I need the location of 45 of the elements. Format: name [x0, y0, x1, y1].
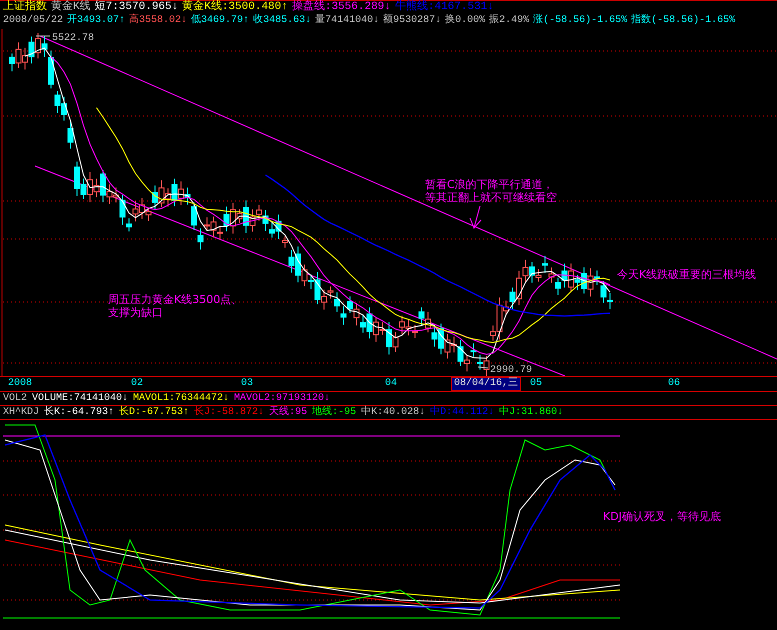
quote-value: 收3485.63↓ [253, 14, 312, 27]
indicator-value: 操盘线:3556.289↓ [292, 1, 391, 14]
indicator-value: 短7:3570.965↓ [94, 1, 178, 14]
date-tick-label: 04 [385, 377, 398, 391]
date-tick-label: 06 [668, 377, 680, 391]
date-label: 2008/05/22 [3, 14, 64, 27]
kdj-legend-item: 中J:31.860↓ [499, 406, 564, 419]
quote-value: 指数(-58.56)-1.65% [631, 14, 736, 27]
chart-annotation: 今天K线跌破重要的三根均线 [617, 268, 756, 281]
chart-annotation: KDJ确认死叉，等待见底 [603, 510, 721, 523]
kdj-legend-item: 长D:-67.753↑ [119, 406, 190, 419]
high-price-label: 5522.78 [52, 33, 94, 44]
indicator-value: 牛熊线:4167.531↓ [394, 1, 494, 14]
quote-value: 额9530287↓ [383, 14, 442, 27]
quote-value: 量74141040↓ [315, 14, 380, 27]
kdj-legend-item: 地线:-95 [312, 406, 356, 419]
quote-value: 换0.00% [445, 14, 486, 27]
indicator-value: 黄金K线:3500.480↑ [182, 1, 288, 14]
quote-value: 开3493.07↑ [67, 14, 126, 27]
leader-arrow [470, 206, 482, 229]
quote-value: 高3558.02↓ [129, 14, 188, 27]
kdj-legend-item: 天线:95 [269, 406, 308, 419]
kdj-legend-item: XH^KDJ [3, 406, 40, 419]
cursor-date-label: 08/04/16,三 [451, 377, 522, 391]
quote-value: 低3469.79↑ [191, 14, 250, 27]
indicator-value: 黄金K线 [51, 1, 91, 14]
volume-legend-item: VOLUME:74141040↓ [32, 392, 128, 405]
kdj-legend-item: 中D:44.112↓ [430, 406, 494, 419]
low-price-label: 2990.79 [490, 365, 532, 376]
index-name: 上证指数 [3, 1, 47, 14]
date-tick-label: 02 [131, 377, 144, 391]
date-tick-label: 2008 [8, 377, 32, 391]
volume-legend-item: MAVOL1:76344472↓ [133, 392, 230, 405]
kdj-legend-item: 长J:-58.872↓ [194, 406, 264, 419]
chart-annotation: 周五压力黄金K线3500点、 支撑为缺口 [108, 293, 242, 319]
volume-legend-item: MAVOL2:97193120↓ [234, 392, 330, 405]
kdj-legend-item: 中K:40.028↓ [361, 406, 426, 419]
chart-annotation: 暂看C浪的下降平行通道， 等其正翻上就不可继续看空 [425, 178, 557, 204]
quote-value: 涨(-58.56)-1.65% [533, 14, 628, 27]
leader-line [478, 366, 488, 368]
quote-value: 振2.49% [489, 14, 530, 27]
volume-legend-item: VOL2 [3, 392, 28, 405]
date-tick-label: 03 [241, 377, 254, 391]
date-tick-label: 05 [530, 377, 542, 391]
kdj-legend-item: 长K:-64.793↑ [44, 406, 114, 419]
